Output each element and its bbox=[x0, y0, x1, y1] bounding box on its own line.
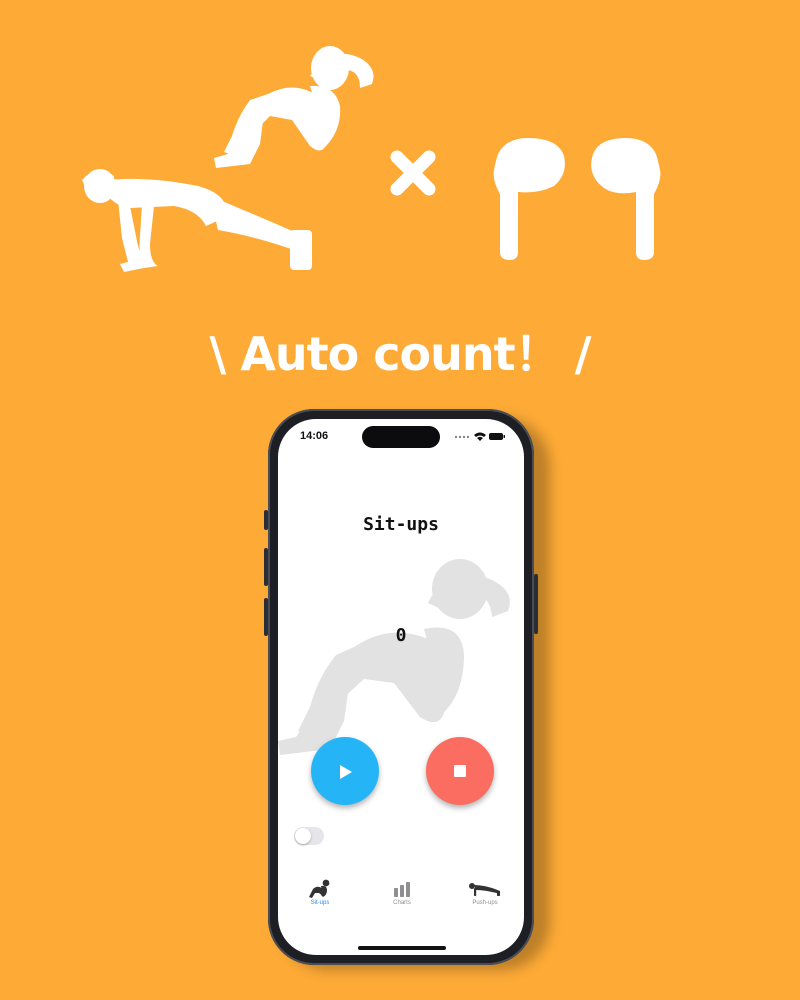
screen-title: Sit-ups bbox=[363, 514, 439, 535]
tab-sit-ups[interactable]: Sit-ups bbox=[290, 879, 350, 906]
play-icon bbox=[340, 765, 352, 779]
phone-screen: 14:06 Sit-ups 0 Sit-ups Charts Push-ups bbox=[278, 419, 524, 955]
tab-charts[interactable]: Charts bbox=[372, 879, 432, 906]
phone-side-button bbox=[534, 574, 538, 634]
stop-button[interactable] bbox=[426, 737, 494, 805]
wifi-icon bbox=[474, 432, 486, 441]
status-icons bbox=[454, 432, 505, 441]
tab-push-ups[interactable]: Push-ups bbox=[455, 879, 515, 906]
status-time: 14:06 bbox=[300, 430, 329, 442]
stop-icon bbox=[454, 765, 466, 777]
tab-label: Charts bbox=[393, 900, 411, 906]
sit-up-icon bbox=[309, 879, 330, 898]
tab-label: Push-ups bbox=[472, 900, 498, 906]
sit-up-illustration bbox=[278, 559, 510, 755]
toggle-knob bbox=[295, 828, 311, 844]
home-indicator bbox=[358, 946, 446, 950]
times-icon bbox=[390, 150, 436, 196]
toggle-switch[interactable] bbox=[294, 827, 324, 845]
battery-icon bbox=[489, 433, 503, 440]
hero-illustration bbox=[0, 0, 800, 300]
earbuds-icon bbox=[493, 138, 661, 260]
bar-chart-icon bbox=[394, 882, 410, 897]
push-up-figure-icon bbox=[82, 169, 312, 272]
rep-count: 0 bbox=[395, 625, 407, 646]
dynamic-island bbox=[362, 426, 440, 448]
sit-up-figure-icon bbox=[214, 46, 374, 168]
start-button[interactable] bbox=[311, 737, 379, 805]
tagline: \ Auto count！ / bbox=[209, 327, 592, 381]
tab-label: Sit-ups bbox=[310, 900, 330, 906]
push-up-icon bbox=[469, 883, 500, 896]
